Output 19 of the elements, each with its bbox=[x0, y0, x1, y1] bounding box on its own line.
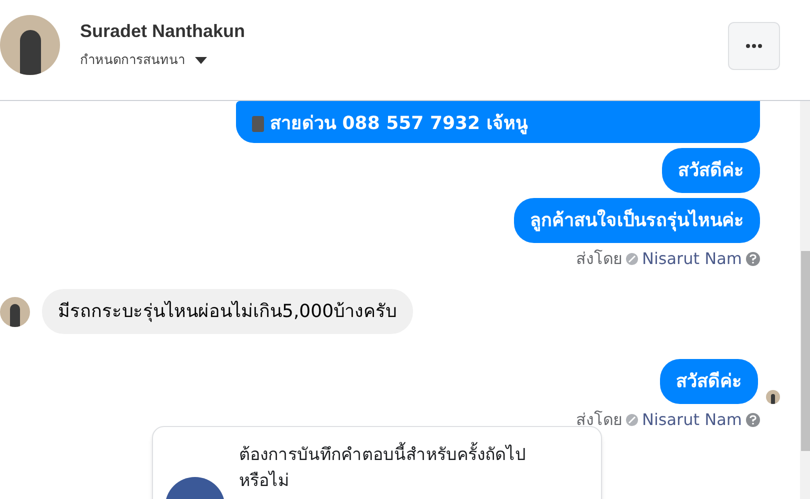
caret-down-icon bbox=[195, 56, 207, 65]
help-icon[interactable] bbox=[746, 252, 760, 266]
outgoing-message-bubble: สวัสดีค่ะ bbox=[662, 148, 760, 193]
more-icon bbox=[746, 44, 762, 48]
sent-by-label: ส่งโดย bbox=[576, 409, 622, 431]
sent-by-label: ส่งโดย bbox=[576, 248, 622, 270]
scrollbar-thumb[interactable] bbox=[801, 251, 810, 451]
incoming-message-bubble: มีรถกระบะรุ่นไหนผ่อนไม่เกิน5,000บ้างครับ bbox=[42, 289, 413, 334]
contact-avatar bbox=[0, 296, 30, 326]
conversation-settings-dropdown[interactable]: กำหนดการสนทนา bbox=[80, 51, 246, 70]
outgoing-message-bubble: สายด่วน 088 557 7932 เจ้หนู bbox=[236, 101, 760, 143]
save-reply-question: ต้องการบันทึกคำตอบนี้สำหรับครั้งถัดไปหรือไม่ bbox=[239, 442, 549, 499]
outgoing-message-bubble: สวัสดีค่ะ bbox=[660, 359, 758, 404]
outgoing-message-bubble: ลูกค้าสนใจเป็นรถรุ่นไหนค่ะ bbox=[514, 198, 760, 243]
help-icon[interactable] bbox=[746, 413, 760, 427]
sender-name-link[interactable]: Nisarut Nam bbox=[642, 247, 742, 271]
sender-name-link[interactable]: Nisarut Nam bbox=[642, 408, 742, 432]
contact-name: Suradet Nanthakun bbox=[80, 20, 246, 43]
phone-icon bbox=[252, 116, 264, 132]
